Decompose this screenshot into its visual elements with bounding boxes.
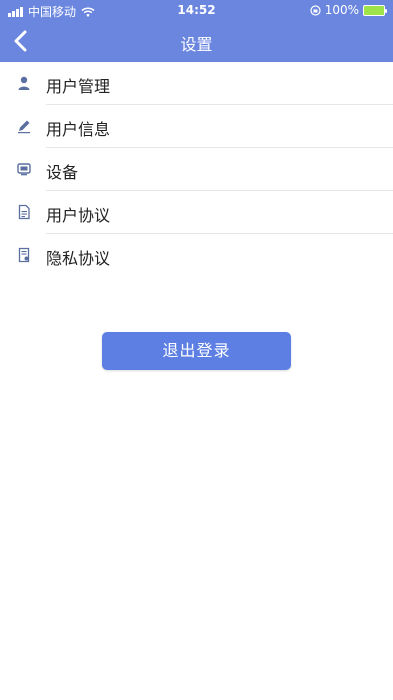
status-right: 100% <box>310 3 387 17</box>
nav-bar: 设置 <box>0 20 393 62</box>
device-icon <box>17 163 31 176</box>
battery-icon <box>363 4 387 16</box>
menu-item-user-management[interactable]: 用户管理 <box>0 62 393 105</box>
menu-item-privacy-agreement[interactable]: 隐私协议 <box>0 234 393 277</box>
menu-item-user-info[interactable]: 用户信息 <box>0 105 393 148</box>
pencil-icon <box>18 120 30 134</box>
user-icon <box>18 76 30 90</box>
menu-item-label: 用户管理 <box>46 77 111 96</box>
menu-item-device[interactable]: 设备 <box>0 148 393 191</box>
menu-item-label: 用户信息 <box>46 120 111 139</box>
status-bar: 中国移动 14:52 100% <box>0 0 393 20</box>
privacy-document-icon <box>18 247 30 263</box>
page-title: 设置 <box>180 35 213 54</box>
logout-button[interactable]: 退出登录 <box>102 332 291 370</box>
menu-item-label: 隐私协议 <box>46 249 111 268</box>
document-icon <box>18 204 30 220</box>
menu-item-label: 设备 <box>46 163 79 182</box>
battery-percent: 100% <box>324 3 359 17</box>
rotation-lock-icon <box>310 4 321 16</box>
settings-list: 用户管理 用户信息 设备 用户协议 隐私协议 <box>0 62 393 277</box>
top-bar: 中国移动 14:52 100% 设置 <box>0 0 393 62</box>
menu-item-user-agreement[interactable]: 用户协议 <box>0 191 393 234</box>
menu-item-label: 用户协议 <box>46 206 111 225</box>
